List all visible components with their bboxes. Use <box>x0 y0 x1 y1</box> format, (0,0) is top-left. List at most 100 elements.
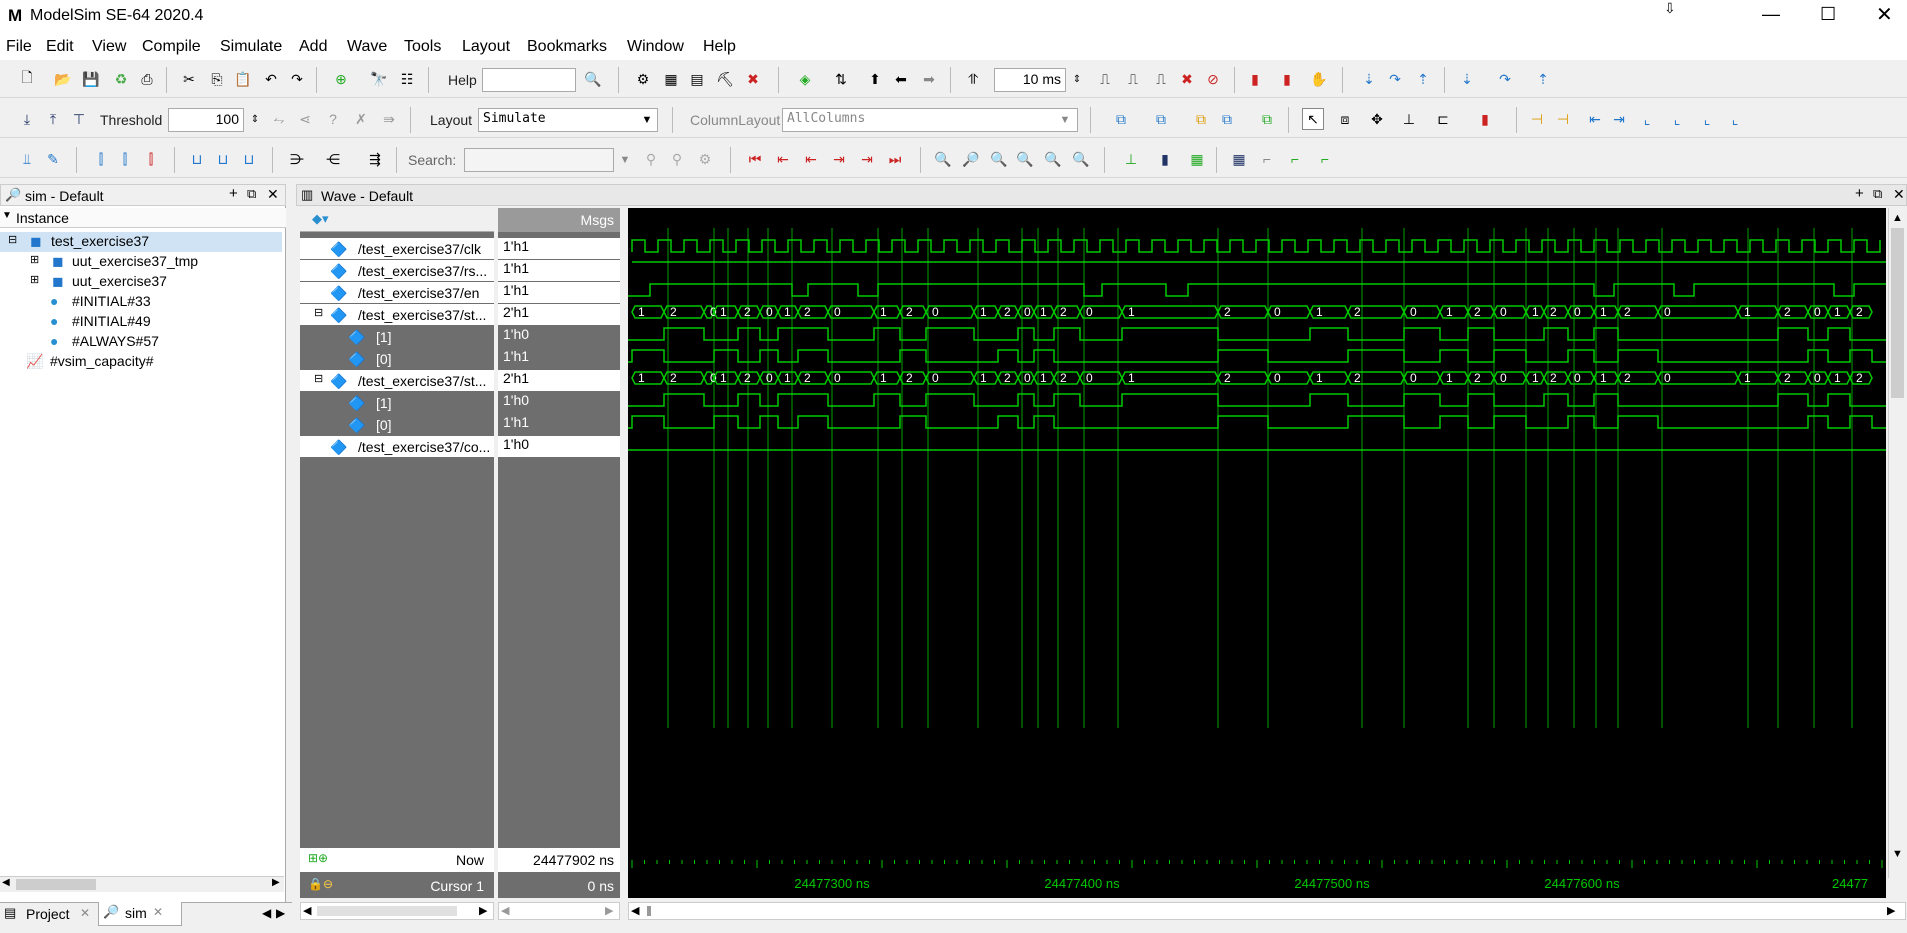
expand-icon[interactable]: ⊞ <box>30 253 39 266</box>
format-5-icon[interactable]: ⧉ <box>1256 108 1278 130</box>
menu-layout[interactable]: Layout <box>462 38 510 56</box>
wave-canvas[interactable]: 1201201201201201201201201201201201201212… <box>628 208 1886 878</box>
compile-all-icon[interactable]: ▦ <box>660 68 682 90</box>
new-file-icon[interactable]: 🗋 <box>16 68 38 90</box>
pane-add-icon[interactable]: + <box>229 185 238 202</box>
menu-tools[interactable]: Tools <box>404 38 441 56</box>
edge-both-icon[interactable]: ⊤ <box>68 108 90 130</box>
signal-row-state2[interactable]: ⊟ 🔷 /test_exercise37/st... <box>300 370 494 391</box>
spin-icon[interactable]: ⇕ <box>1066 68 1088 90</box>
search-go-icon[interactable]: ⚲ <box>640 148 662 170</box>
next-edge-icon[interactable]: ⇥ <box>828 148 850 170</box>
signal-row-state2-bit1[interactable]: 🔷 [1] <box>300 392 494 413</box>
tree-item-test_exercise37[interactable]: ⊟ ◼ test_exercise37 <box>0 232 282 252</box>
tree-item-uut_exercise37[interactable]: ⊞ ◼ uut_exercise37 <box>0 272 282 292</box>
back-arrow-icon[interactable]: ⬅ <box>890 68 912 90</box>
zoom-cursor-icon[interactable]: 🔍 <box>1014 148 1036 170</box>
run-all-icon[interactable]: ⎍ <box>1150 68 1172 90</box>
bus-3-icon[interactable]: ⫿ <box>140 148 162 170</box>
cursor-mode-icon[interactable]: ⊥ <box>1398 108 1420 130</box>
expand-icon[interactable]: ⋺ <box>286 148 308 170</box>
compile-icon[interactable]: ⚙ <box>632 68 654 90</box>
pane-close-icon[interactable]: ✕ <box>267 186 279 203</box>
tab-scroll-left-icon[interactable]: ◀ <box>262 906 271 920</box>
vscroll-thumb[interactable] <box>1891 228 1904 398</box>
pan-mode-icon[interactable]: ✥ <box>1366 108 1388 130</box>
step-over-icon[interactable]: ↷ <box>1384 68 1406 90</box>
wave-style-7-icon[interactable]: ⌐ <box>1314 148 1336 170</box>
layout-select[interactable]: Simulate <box>478 108 658 132</box>
sim-pane-hscrollbar[interactable]: ◀ ▶ <box>0 876 284 892</box>
menu-help[interactable]: Help <box>703 38 736 56</box>
search-dropdown-icon[interactable]: ▼ <box>614 149 636 171</box>
memory-icon[interactable]: ▮ <box>1276 68 1298 90</box>
collapse-icon[interactable]: ⊟ <box>8 233 17 246</box>
zoom-last-icon[interactable]: 🔍 <box>1070 148 1092 170</box>
step-up-icon[interactable]: ⇅ <box>830 68 852 90</box>
signal-row-rst[interactable]: 🔷 /test_exercise37/rs... <box>300 260 494 281</box>
wave-1-icon[interactable]: ⊔ <box>186 148 208 170</box>
add-icon[interactable]: ⊕ <box>330 68 352 90</box>
scroll-up-icon[interactable]: ▲ <box>1892 212 1903 224</box>
step-into-icon[interactable]: ⇣ <box>1456 68 1478 90</box>
menu-bookmarks[interactable]: Bookmarks <box>527 38 607 56</box>
format-2-icon[interactable]: ⧉ <box>1150 108 1172 130</box>
prev-edge-2-icon[interactable]: ⇤ <box>800 148 822 170</box>
expand-2-icon[interactable]: ⋲ <box>322 148 344 170</box>
layout-dropdown-icon[interactable]: ▼ <box>636 109 658 131</box>
search-input[interactable] <box>464 148 614 172</box>
threshold-field[interactable]: 100 <box>168 108 244 132</box>
format-4-icon[interactable]: ⧉ <box>1216 108 1238 130</box>
bus-icon[interactable]: ⫿ <box>90 148 112 170</box>
scroll-thumb[interactable] <box>16 879 96 890</box>
search-down-icon[interactable]: ⥊ <box>268 108 290 130</box>
signal-row-count[interactable]: 🔷 /test_exercise37/co... <box>300 436 494 457</box>
format-3-icon[interactable]: ⧉ <box>1190 108 1212 130</box>
scroll-thumb[interactable] <box>647 906 651 916</box>
scroll-left-icon[interactable]: ◀ <box>501 904 509 917</box>
prev-cursor-icon[interactable]: ⇤ <box>1584 108 1606 130</box>
wave-pane-close-icon[interactable]: ✕ <box>1893 186 1905 203</box>
pencil-icon[interactable]: ✎ <box>42 148 64 170</box>
close-icon[interactable]: ✕ <box>1876 2 1893 27</box>
scroll-left-icon[interactable]: ◀ <box>2 877 10 888</box>
up-arrow-icon[interactable]: ⬆ <box>864 68 886 90</box>
scroll-thumb[interactable] <box>317 906 457 916</box>
simulate-icon[interactable]: ▤ <box>686 68 708 90</box>
help-field[interactable] <box>482 68 576 92</box>
cursor-row[interactable]: 🔒⊖ Cursor 1 <box>300 874 494 898</box>
bus-2-icon[interactable]: ⫿ <box>114 148 136 170</box>
edge-down-icon[interactable]: ⤓ <box>16 108 38 130</box>
menu-wave[interactable]: Wave <box>347 38 387 56</box>
search-question-icon[interactable]: ? <box>322 108 344 130</box>
maximize-icon[interactable]: ☐ <box>1820 4 1836 25</box>
schematic-icon[interactable]: ⇶ <box>364 148 386 170</box>
search-settings-icon[interactable]: ⚙ <box>694 148 716 170</box>
signal-row-state2-bit0[interactable]: 🔷 [0] <box>300 414 494 435</box>
palette-icon[interactable]: ◆▾ <box>312 211 329 227</box>
name-hscrollbar[interactable]: ◀ ▶ <box>300 902 494 920</box>
list-icon[interactable]: ⫫ <box>16 148 38 170</box>
tab-sim[interactable]: 🔎 sim ✕ <box>98 902 182 926</box>
tab-close-icon[interactable]: ✕ <box>153 905 163 919</box>
tab-project[interactable]: ▤ Project ✕ <box>2 903 94 925</box>
search-x-icon[interactable]: ✗ <box>350 108 372 130</box>
goto-start-icon[interactable]: ⏮ <box>744 148 766 170</box>
signal-row-clk[interactable]: 🔷 /test_exercise37/clk <box>300 238 494 259</box>
collapse-icon[interactable]: ⊟ <box>314 372 323 385</box>
minimize-icon[interactable]: — <box>1762 4 1780 25</box>
wave-style-2-icon[interactable]: ▮ <box>1154 148 1176 170</box>
expand-icon[interactable]: ⊞ <box>30 273 39 286</box>
prev-edge-icon[interactable]: ⇤ <box>772 148 794 170</box>
wave-style-3-icon[interactable]: ▦ <box>1186 148 1208 170</box>
search-go-2-icon[interactable]: ⚲ <box>666 148 688 170</box>
wave-3-icon[interactable]: ⊔ <box>238 148 260 170</box>
save-icon[interactable]: 💾 <box>80 68 102 90</box>
wave-style-6-icon[interactable]: ⌐ <box>1284 148 1306 170</box>
menu-window[interactable]: Window <box>627 38 684 56</box>
collapse-icon[interactable]: ⊟ <box>314 306 323 319</box>
wave-pane-add-icon[interactable]: + <box>1855 185 1864 202</box>
zoom-full-icon[interactable]: 🔍 <box>988 148 1010 170</box>
scroll-right-icon[interactable]: ▶ <box>605 904 613 917</box>
undo-icon[interactable]: ↶ <box>260 68 282 90</box>
